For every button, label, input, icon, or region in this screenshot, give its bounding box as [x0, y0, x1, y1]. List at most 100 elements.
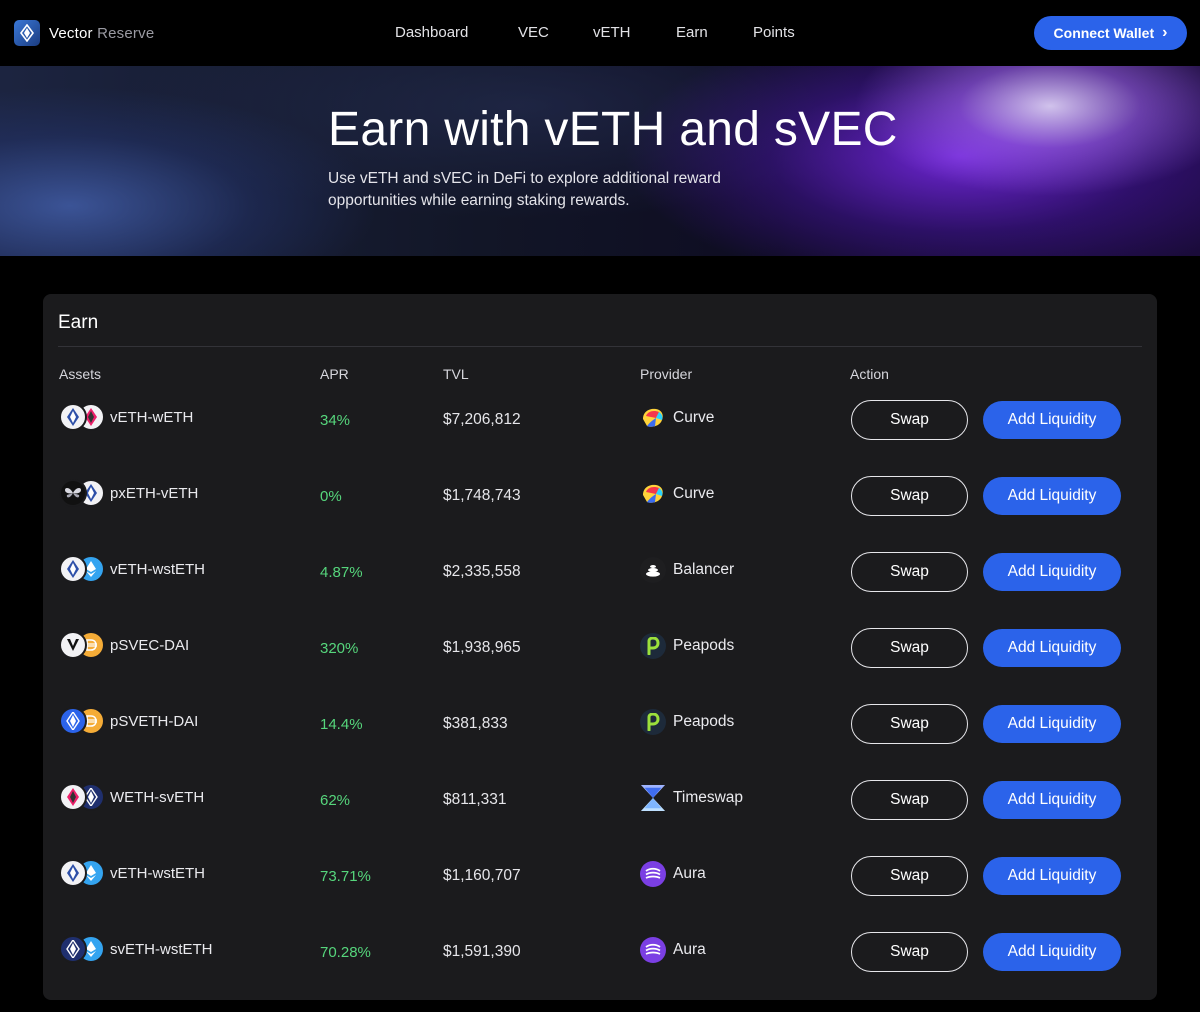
add-liquidity-button[interactable]: Add Liquidity [983, 401, 1121, 439]
nav-link-dashboard[interactable]: Dashboard [395, 24, 468, 41]
earn-card: Earn Assets APR TVL Provider Action vETH… [43, 294, 1157, 1000]
aura-icon [640, 861, 666, 887]
asset-name: vETH-wstETH [110, 560, 205, 578]
apr-value: 70.28% [320, 944, 371, 961]
tvl-value: $1,160,707 [443, 867, 521, 884]
asset-cell: vETH-wETH [59, 402, 193, 432]
table-row: pSVEC-DAI 320% $1,938,965 Peapods Swap A… [43, 628, 1157, 706]
card-divider [58, 346, 1142, 347]
hero-subtitle: Use vETH and sVEC in DeFi to explore add… [328, 170, 721, 209]
column-header-tvl: TVL [443, 366, 469, 382]
provider-name: Balancer [673, 561, 735, 578]
weth-icon [59, 783, 87, 811]
earn-card-title: Earn [58, 312, 99, 333]
balancer-icon [640, 557, 666, 583]
apr-value: 0% [320, 488, 342, 505]
provider-name: Peapods [673, 713, 735, 730]
connect-wallet-button[interactable]: Connect Wallet › [1034, 16, 1187, 50]
provider-cell: Peapods [640, 632, 734, 660]
swap-button[interactable]: Swap [851, 780, 968, 820]
hero-title: Earn with vETH and sVEC [328, 103, 898, 156]
column-header-provider: Provider [640, 366, 693, 382]
vec-icon [59, 631, 87, 659]
provider-cell: Curve [640, 404, 714, 432]
provider-name: Peapods [673, 637, 735, 654]
tvl-value: $381,833 [443, 715, 508, 732]
veth-icon [59, 403, 87, 431]
nav-link-points[interactable]: Points [753, 24, 795, 41]
veth-icon [59, 555, 87, 583]
table-row: vETH-wstETH 73.71% $1,160,707 Aura Swap … [43, 856, 1157, 934]
peapods-icon [640, 633, 666, 659]
chevron-right-icon: › [1162, 24, 1168, 41]
provider-cell: Curve [640, 480, 714, 508]
tvl-value: $7,206,812 [443, 411, 521, 428]
provider-cell: Timeswap [640, 784, 743, 812]
tvl-value: $1,938,965 [443, 639, 521, 656]
asset-name: vETH-wETH [110, 408, 194, 426]
swap-button[interactable]: Swap [851, 704, 968, 744]
veth-icon [59, 859, 87, 887]
nav-link-veth[interactable]: vETH [593, 24, 631, 41]
tvl-value: $811,331 [443, 791, 507, 808]
nav-links: Dashboard VEC vETH Earn Points [0, 24, 1200, 44]
peapods-icon [640, 709, 666, 735]
asset-name: svETH-wstETH [110, 940, 213, 958]
column-header-apr: APR [320, 366, 349, 382]
table-row: pxETH-vETH 0% $1,748,743 Curve Swap Add … [43, 476, 1157, 554]
swap-button[interactable]: Swap [851, 628, 968, 668]
asset-name: WETH-svETH [110, 788, 205, 806]
asset-cell: svETH-wstETH [59, 934, 213, 964]
tvl-value: $2,335,558 [443, 563, 521, 580]
column-header-action: Action [850, 366, 889, 382]
asset-cell: pxETH-vETH [59, 478, 198, 508]
asset-cell: vETH-wstETH [59, 554, 205, 584]
swap-button[interactable]: Swap [851, 932, 968, 972]
swap-button[interactable]: Swap [851, 476, 968, 516]
asset-name: pSVETH-DAI [110, 712, 199, 730]
sveth-icon [59, 707, 87, 735]
add-liquidity-button[interactable]: Add Liquidity [983, 705, 1121, 743]
asset-icon-pair [59, 858, 105, 888]
apr-value: 14.4% [320, 716, 363, 733]
provider-name: Aura [673, 865, 706, 882]
asset-icon-pair [59, 554, 105, 584]
pxeth-icon [59, 479, 87, 507]
swap-button[interactable]: Swap [851, 552, 968, 592]
add-liquidity-button[interactable]: Add Liquidity [983, 933, 1121, 971]
apr-value: 34% [320, 412, 351, 429]
aura-icon [640, 937, 666, 963]
asset-icon-pair [59, 630, 105, 660]
table-row: pSVETH-DAI 14.4% $381,833 Peapods Swap A… [43, 704, 1157, 782]
tvl-value: $1,591,390 [443, 943, 521, 960]
column-header-assets: Assets [59, 366, 102, 382]
apr-value: 320% [320, 640, 359, 657]
asset-icon-pair [59, 478, 105, 508]
asset-icon-pair [59, 706, 105, 736]
add-liquidity-button[interactable]: Add Liquidity [983, 629, 1121, 667]
asset-name: vETH-wstETH [110, 864, 205, 882]
nav-link-vec[interactable]: VEC [518, 24, 549, 41]
apr-value: 62% [320, 792, 351, 809]
sveth-icon [59, 935, 87, 963]
provider-cell: Aura [640, 936, 706, 964]
provider-name: Aura [673, 941, 706, 958]
nav-link-earn[interactable]: Earn [676, 24, 708, 41]
add-liquidity-button[interactable]: Add Liquidity [983, 477, 1121, 515]
asset-cell: pSVETH-DAI [59, 706, 198, 736]
asset-icon-pair [59, 402, 105, 432]
asset-name: pxETH-vETH [110, 484, 199, 502]
provider-name: Curve [673, 409, 715, 426]
provider-cell: Balancer [640, 556, 734, 584]
add-liquidity-button[interactable]: Add Liquidity [983, 553, 1121, 591]
table-row: vETH-wstETH 4.87% $2,335,558 Balancer Sw… [43, 552, 1157, 630]
table-row: vETH-wETH 34% $7,206,812 Curve Swap Add … [43, 400, 1157, 478]
hero-banner: Earn with vETH and sVEC Use vETH and sVE… [0, 66, 1200, 256]
table-row: WETH-svETH 62% $811,331 Timeswap Swap Ad… [43, 780, 1157, 858]
swap-button[interactable]: Swap [851, 856, 968, 896]
provider-cell: Aura [640, 860, 706, 888]
add-liquidity-button[interactable]: Add Liquidity [983, 781, 1121, 819]
asset-name: pSVEC-DAI [110, 636, 190, 654]
swap-button[interactable]: Swap [851, 400, 968, 440]
add-liquidity-button[interactable]: Add Liquidity [983, 857, 1121, 895]
